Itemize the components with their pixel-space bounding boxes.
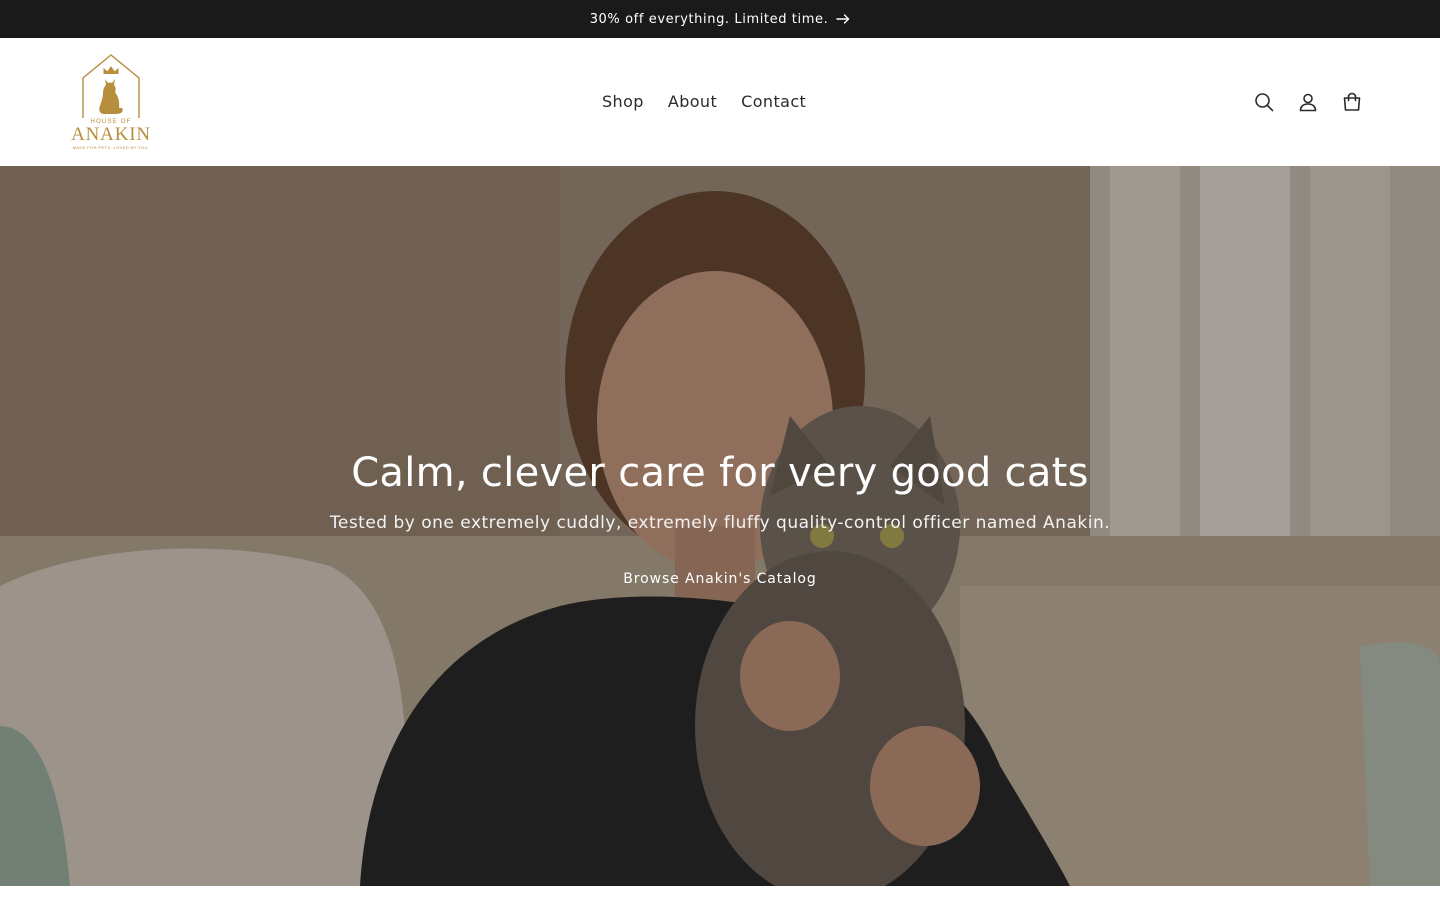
- arrow-right-icon: [836, 14, 850, 24]
- nav-shop-link[interactable]: Shop: [590, 92, 656, 112]
- site-header: HOUSE OF ANAKIN MADE FOR PETS. LOVED BY …: [0, 38, 1440, 166]
- account-button[interactable]: [1286, 80, 1330, 124]
- main-nav: Shop About Contact: [590, 38, 818, 166]
- house-cat-logo-icon: [82, 54, 140, 118]
- search-icon: [1255, 93, 1274, 112]
- cart-icon: [1343, 92, 1361, 111]
- brand-logo[interactable]: HOUSE OF ANAKIN MADE FOR PETS. LOVED BY …: [66, 52, 156, 152]
- browse-catalog-button[interactable]: Browse Anakin's Catalog: [623, 570, 816, 588]
- cart-button[interactable]: [1330, 80, 1374, 124]
- announcement-bar: 30% off everything. Limited time.: [0, 0, 1440, 38]
- header-icon-group: [1242, 38, 1374, 166]
- search-button[interactable]: [1242, 80, 1286, 124]
- announcement-link[interactable]: 30% off everything. Limited time.: [590, 12, 851, 27]
- hero-subtitle: Tested by one extremely cuddly, extremel…: [329, 513, 1111, 533]
- nav-contact-link[interactable]: Contact: [729, 92, 818, 112]
- logo-tagline-text: MADE FOR PETS. LOVED BY YOU.: [72, 145, 150, 150]
- hero-banner: Calm, clever care for very good cats Tes…: [0, 166, 1440, 886]
- account-icon: [1299, 93, 1317, 112]
- hero-content: Calm, clever care for very good cats Tes…: [0, 448, 1440, 588]
- nav-about-link[interactable]: About: [656, 92, 729, 112]
- hero-title: Calm, clever care for very good cats: [351, 450, 1089, 496]
- logo-name-text: ANAKIN: [71, 124, 151, 145]
- announcement-text: 30% off everything. Limited time.: [589, 11, 829, 27]
